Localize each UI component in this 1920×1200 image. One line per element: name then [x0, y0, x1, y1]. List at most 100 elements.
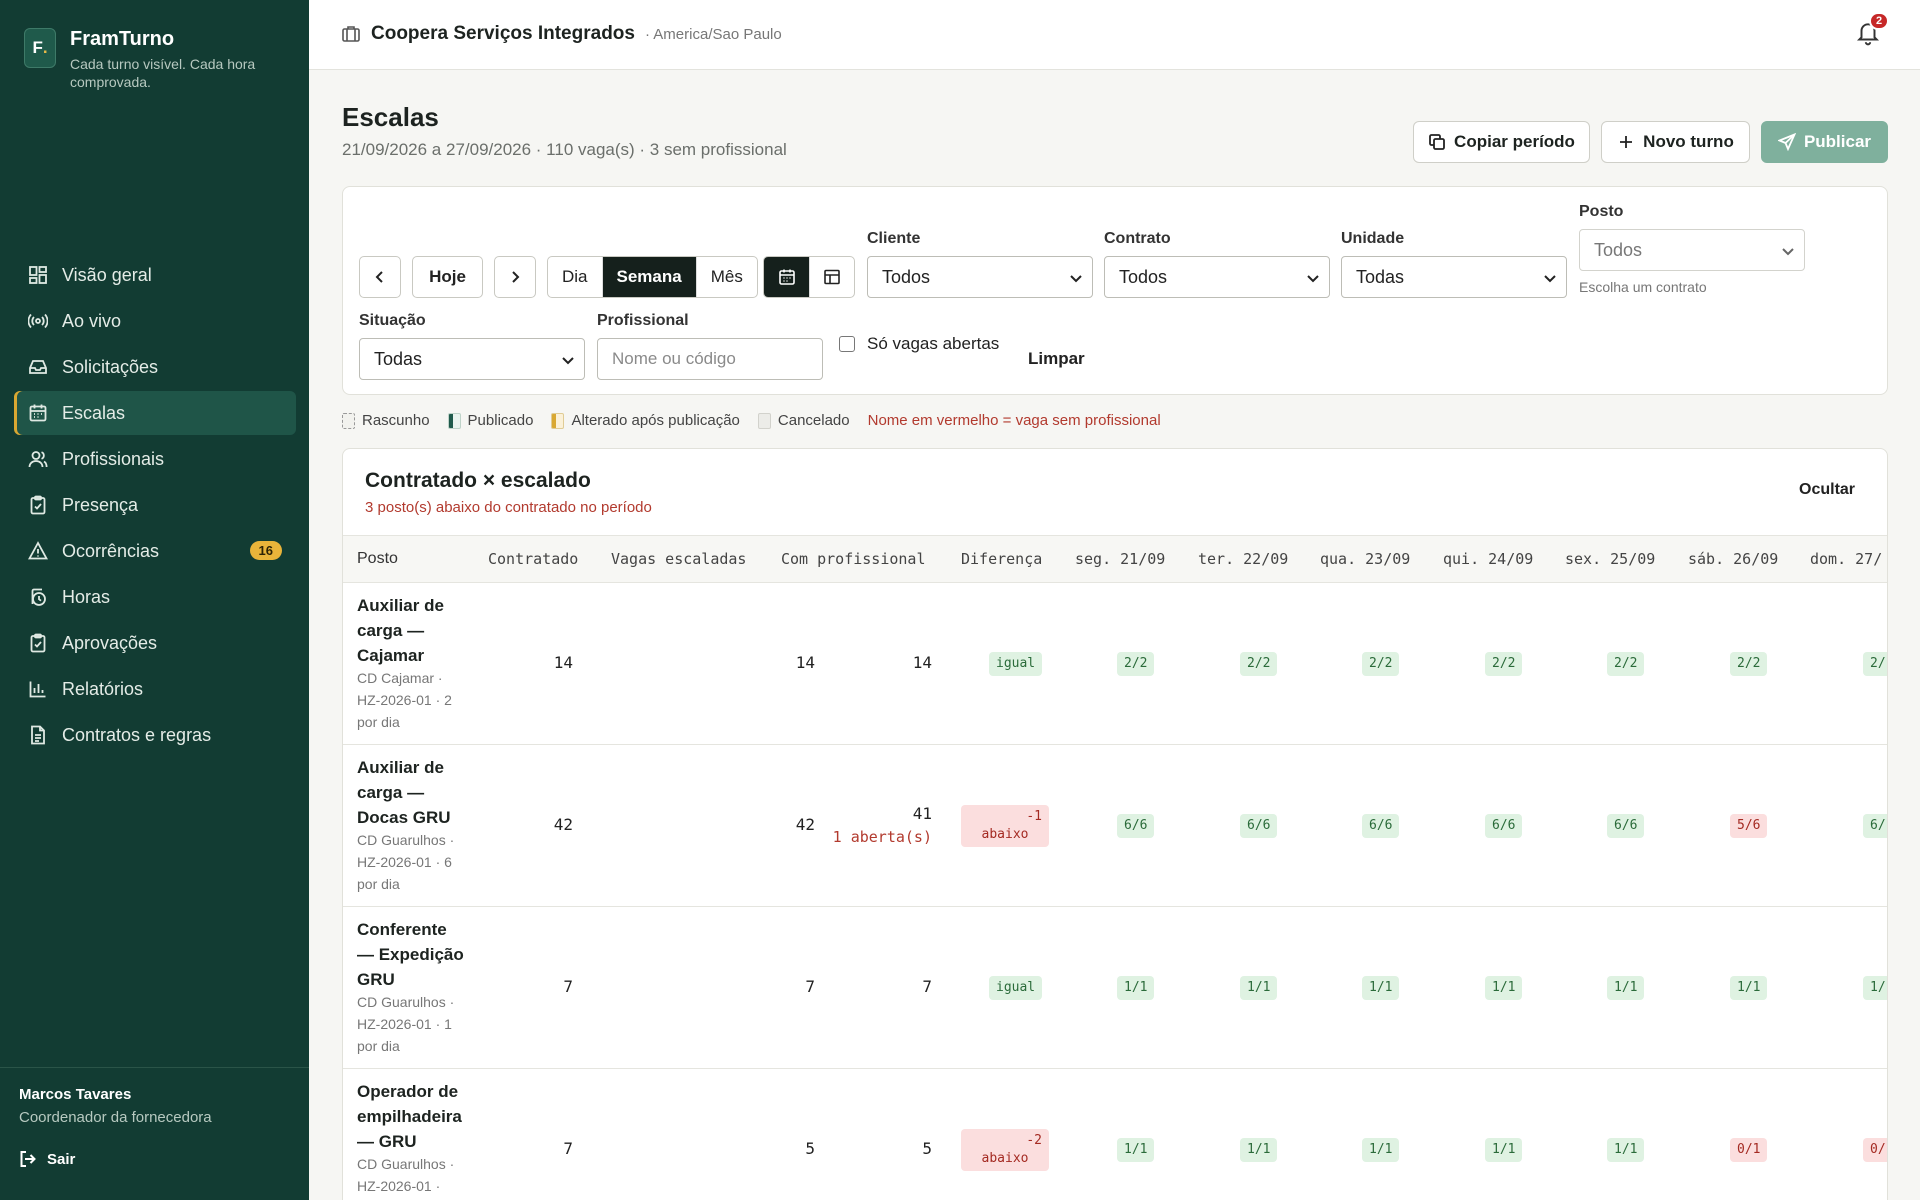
- contracted-value: 7: [563, 977, 573, 996]
- day-coverage-badge[interactable]: 2/2: [1607, 652, 1645, 676]
- situacao-label: Situação: [359, 312, 426, 329]
- difference-badge: -1 abaixo: [961, 805, 1049, 847]
- sidebar-item-label: Ao vivo: [62, 310, 122, 331]
- notifications-button[interactable]: 2: [1855, 12, 1890, 48]
- day-coverage-badge[interactable]: 1/1: [1485, 1138, 1523, 1162]
- table-row[interactable]: Conferente — Expedição GRU CD Guarulhos ·…: [343, 907, 1887, 1069]
- checkbox-box[interactable]: [839, 336, 855, 352]
- sidebar-item-escalas[interactable]: Escalas: [14, 391, 296, 435]
- previous-period-button[interactable]: [359, 256, 401, 298]
- clipboard-check-icon: [30, 633, 46, 653]
- today-button[interactable]: Hoje: [412, 256, 483, 298]
- sidebar-item-profissionais[interactable]: Profissionais: [14, 437, 296, 481]
- clear-filters-button[interactable]: Limpar: [1028, 349, 1085, 369]
- table-row[interactable]: Auxiliar de carga — Cajamar CD Cajamar · …: [343, 583, 1887, 745]
- chevron-down-icon: [1070, 275, 1082, 283]
- situacao-select[interactable]: Todas: [359, 338, 585, 380]
- sidebar-item-label: Ocorrências: [62, 540, 160, 561]
- sidebar-item-visao-geral[interactable]: Visão geral: [14, 253, 296, 297]
- day-coverage-badge[interactable]: 1/1: [1117, 976, 1155, 1000]
- table-row[interactable]: Operador de empilhadeira — GRU CD Guarulh…: [343, 1069, 1887, 1200]
- post-name[interactable]: Auxiliar de carga — Cajamar: [357, 593, 467, 668]
- day-coverage-badge[interactable]: 1/1: [1607, 1138, 1645, 1162]
- view-month-tab[interactable]: Mês: [697, 257, 757, 297]
- staffed-value: 7: [922, 977, 932, 996]
- legend-label: Cancelado: [777, 412, 850, 429]
- new-shift-button[interactable]: Novo turno: [1601, 121, 1750, 163]
- cliente-select[interactable]: Todos: [867, 256, 1093, 298]
- sidebar-item-contratos-e-regras[interactable]: Contratos e regras: [14, 713, 296, 757]
- day-coverage-badge[interactable]: 6/6: [1362, 814, 1400, 838]
- sidebar-item-presenca[interactable]: Presença: [14, 483, 296, 527]
- day-coverage-badge[interactable]: 2/2: [1240, 652, 1278, 676]
- sidebar-item-solicitacoes[interactable]: Solicitações: [14, 345, 296, 389]
- sidebar-item-aprovacoes[interactable]: Aprovações: [14, 621, 296, 665]
- day-coverage-badge[interactable]: 1/1: [1240, 1138, 1278, 1162]
- scheduled-value: 14: [795, 653, 815, 672]
- day-coverage-badge[interactable]: 6/6: [1240, 814, 1278, 838]
- organization-switcher[interactable]: Coopera Serviços Integrados · America/Sa…: [341, 23, 782, 45]
- contracted-value: 42: [553, 815, 573, 834]
- hide-card-button[interactable]: Ocultar: [1799, 481, 1855, 499]
- day-coverage-badge[interactable]: 1/1: [1240, 976, 1278, 1000]
- contrato-label: Contrato: [1104, 230, 1171, 247]
- day-coverage-badge[interactable]: 0/1: [1730, 1138, 1768, 1162]
- unidade-select[interactable]: Todas: [1341, 256, 1567, 298]
- day-coverage-badge[interactable]: 1/: [1863, 976, 1887, 1000]
- difference-badge: igual: [989, 976, 1043, 1000]
- sidebar-item-relatorios[interactable]: Relatórios: [14, 667, 296, 711]
- day-coverage-badge[interactable]: 6/6: [1485, 814, 1523, 838]
- day-coverage-badge[interactable]: 1/1: [1362, 1138, 1400, 1162]
- only-open-checkbox[interactable]: Só vagas abertas: [839, 334, 999, 354]
- day-coverage-badge[interactable]: 2/2: [1485, 652, 1523, 676]
- publish-button[interactable]: Publicar: [1761, 121, 1888, 163]
- day-coverage-badge[interactable]: 1/1: [1607, 976, 1645, 1000]
- table-row[interactable]: Auxiliar de carga — Docas GRU CD Guarulho…: [343, 745, 1887, 907]
- card-subtitle: 3 posto(s) abaixo do contratado no perío…: [365, 499, 652, 516]
- chevron-right-icon: [512, 271, 520, 283]
- layout-switch: [763, 256, 855, 298]
- users-icon: [28, 451, 48, 468]
- copy-period-label: Copiar período: [1454, 132, 1575, 151]
- day-coverage-badge[interactable]: 1/1: [1362, 976, 1400, 1000]
- sidebar-item-horas[interactable]: Horas: [14, 575, 296, 619]
- unidade-label: Unidade: [1341, 230, 1405, 247]
- table-layout-tab[interactable]: [810, 257, 854, 297]
- day-coverage-badge[interactable]: 1/1: [1485, 976, 1523, 1000]
- next-period-button[interactable]: [494, 256, 536, 298]
- day-coverage-badge[interactable]: 1/1: [1117, 1138, 1155, 1162]
- warning-icon: [28, 541, 48, 560]
- staffed-value: 14: [912, 653, 932, 672]
- day-coverage-badge[interactable]: 6/6: [1607, 814, 1645, 838]
- post-name[interactable]: Conferente — Expedição GRU: [357, 917, 467, 992]
- logout-button[interactable]: Sair: [19, 1150, 290, 1168]
- view-day-tab[interactable]: Dia: [548, 257, 603, 297]
- day-coverage-badge[interactable]: 2/2: [1362, 652, 1400, 676]
- posto-select[interactable]: Todos: [1579, 229, 1805, 271]
- day-coverage-badge[interactable]: 2/: [1863, 652, 1887, 676]
- calendar-layout-tab[interactable]: [764, 257, 810, 297]
- user-name: Marcos Tavares: [19, 1086, 132, 1103]
- sidebar-item-label: Horas: [62, 586, 111, 607]
- copy-period-button[interactable]: Copiar período: [1413, 121, 1590, 163]
- notifications-count-badge: 2: [1869, 12, 1890, 30]
- day-coverage-badge[interactable]: 6/6: [1117, 814, 1155, 838]
- view-week-tab[interactable]: Semana: [602, 257, 697, 297]
- contrato-select-value: Todos: [1119, 266, 1168, 287]
- day-coverage-badge[interactable]: 2/2: [1730, 652, 1768, 676]
- publish-label: Publicar: [1803, 132, 1872, 151]
- profissional-input[interactable]: [597, 338, 823, 380]
- column-header: qui. 24/09: [1443, 550, 1534, 568]
- day-coverage-badge[interactable]: 1/1: [1730, 976, 1768, 1000]
- sidebar-item-ocorrencias[interactable]: Ocorrências 16: [14, 529, 296, 573]
- day-coverage-badge[interactable]: 0/: [1863, 1138, 1887, 1162]
- day-coverage-badge[interactable]: 5/6: [1730, 814, 1768, 838]
- brand: F. FramTurno Cada turno visível. Cada ho…: [24, 28, 275, 91]
- sidebar-item-ao-vivo[interactable]: Ao vivo: [14, 299, 296, 343]
- view-mode-switch: Dia Semana Mês: [547, 256, 758, 298]
- contrato-select[interactable]: Todos: [1104, 256, 1330, 298]
- day-coverage-badge[interactable]: 2/2: [1117, 652, 1155, 676]
- post-name[interactable]: Operador de empilhadeira — GRU: [357, 1079, 467, 1154]
- day-coverage-badge[interactable]: 6/: [1863, 814, 1887, 838]
- post-name[interactable]: Auxiliar de carga — Docas GRU: [357, 755, 467, 830]
